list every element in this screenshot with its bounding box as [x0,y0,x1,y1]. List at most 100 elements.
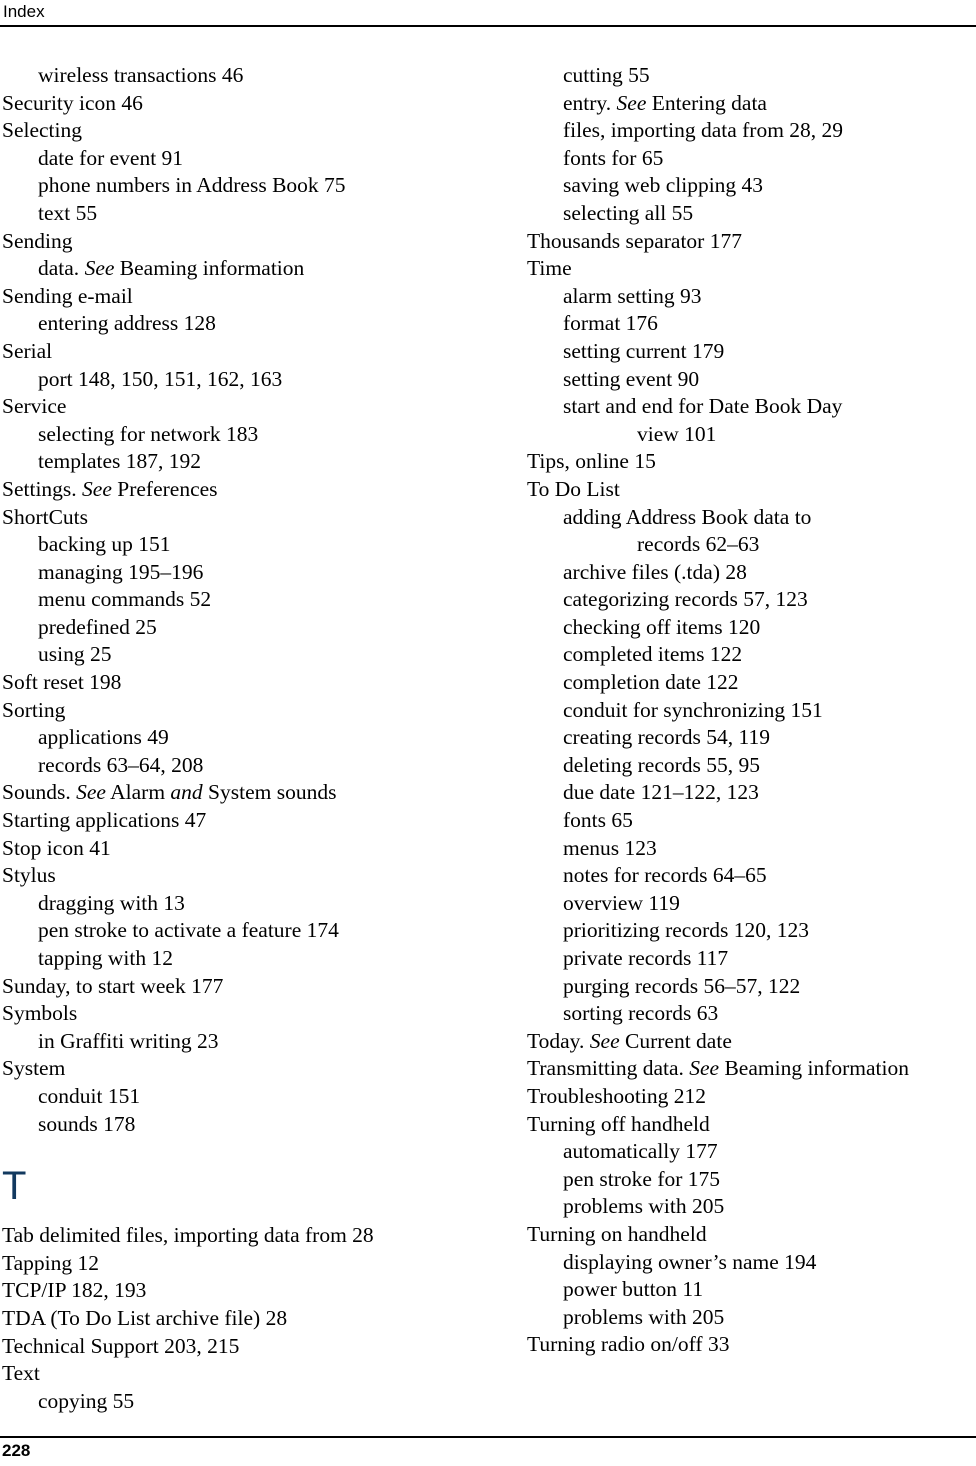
entry-text: displaying owner’s name 194 [563,1249,817,1274]
index-entry-main: Service [2,393,482,421]
see-target-text: Beaming information [114,256,305,281]
entry-text: in Graffiti writing 23 [38,1028,219,1053]
entry-text: menu commands 52 [38,587,212,612]
entry-text: pen stroke to activate a feature 174 [38,918,339,943]
index-entry-main: Stop icon 41 [2,835,482,863]
index-entry-sub: data. See Beaming information [38,255,482,283]
index-entry-sub: backing up 151 [38,531,482,559]
index-entry-sub: notes for records 64–65 [563,862,976,890]
entry-text: data. [38,256,85,281]
index-entry-sub: checking off items 120 [563,614,976,642]
index-entry-main: Technical Support 203, 215 [2,1333,482,1361]
entry-text: alarm setting 93 [563,283,702,308]
see-reference-label: See [589,1028,620,1053]
index-entry-sub: creating records 54, 119 [563,724,976,752]
entry-text: categorizing records 57, 123 [563,587,808,612]
entry-text: Sounds. [2,780,77,805]
entry-text: menus 123 [563,835,657,860]
entry-text: Service [2,394,67,419]
index-entry-sub: dragging with 13 [38,890,482,918]
entry-text: conduit for synchronizing 151 [563,697,823,722]
index-entry-main: Turning off handheld [527,1111,976,1139]
index-entry-sub: managing 195–196 [38,559,482,587]
see-reference-label: See [689,1056,720,1081]
entry-text: TDA (To Do List archive file) 28 [2,1305,288,1330]
index-entry-main: Symbols [2,1000,482,1028]
index-entry-sub: due date 121–122, 123 [563,779,976,807]
index-entry-main: Stylus [2,862,482,890]
index-entry-sub: text 55 [38,200,482,228]
see-reference-label: See [82,476,112,501]
entry-continuation-text: records 62–63 [637,532,760,557]
entry-text: private records 117 [563,946,729,970]
entry-text: notes for records 64–65 [563,863,767,888]
entry-text: Stylus [2,863,56,888]
entry-text: Sunday, to start week 177 [2,973,224,998]
index-entry-sub: pen stroke to activate a feature 174 [38,917,482,945]
index-entry-main: Settings. See Preferences [2,476,482,504]
entry-text: Sending [2,228,73,253]
entry-text: setting event 90 [563,366,700,391]
index-entry-main: TCP/IP 182, 193 [2,1277,482,1305]
see-target-text: Current date [619,1028,732,1053]
entry-text: setting current 179 [563,338,725,363]
index-entry-main: Selecting [2,117,482,145]
entry-text: Tapping 12 [2,1250,100,1275]
index-section-letter: T [2,1164,27,1209]
entry-text: Symbols [2,1001,78,1026]
index-entry-main: Tips, online 15 [527,448,976,476]
index-entry-main: System [2,1055,482,1083]
index-entry-sub: phone numbers in Address Book 75 [38,172,482,200]
entry-text: predefined 25 [38,614,157,639]
entry-text: fonts 65 [563,808,633,833]
entry-text: conduit 151 [38,1083,141,1108]
index-entry-sub: menus 123 [563,835,976,863]
index-entry-main: Sorting [2,697,482,725]
index-entry-sub: completion date 122 [563,669,976,697]
entry-text: purging records 56–57, 122 [563,973,801,998]
index-entry-main: TDA (To Do List archive file) 28 [2,1305,482,1333]
entry-text: tapping with 12 [38,946,173,970]
index-entry-main: Time [527,255,976,283]
entry-text: sounds 178 [38,1111,136,1136]
index-entry-main: Today. See Current date [527,1028,976,1056]
entry-text: due date 121–122, 123 [563,780,759,805]
entry-text: fonts for 65 [563,145,664,170]
index-entry-sub: deleting records 55, 95 [563,752,976,780]
entry-text: Turning off handheld [527,1111,710,1136]
index-entry-main: Sending e-mail [2,283,482,311]
index-entry-sub: setting event 90 [563,366,976,394]
index-entry-main: Sounds. See Alarm and System sounds [2,779,482,807]
see-target-text: Beaming information [719,1056,909,1081]
entry-text: managing 195–196 [38,559,204,584]
index-entry-sub: automatically 177 [563,1138,976,1166]
entry-text: selecting for network 183 [38,421,259,446]
entry-text: dragging with 13 [38,890,185,915]
entry-text: System [2,1056,66,1081]
index-entry-sub: power button 11 [563,1276,976,1304]
index-entry-sub: adding Address Book data to records 62–63 [563,504,976,559]
index-entry-sub: in Graffiti writing 23 [38,1028,482,1056]
entry-text: pen stroke for 175 [563,1166,721,1191]
entry-text: port 148, 150, 151, 162, 163 [38,366,283,391]
entry-text: Technical Support 203, 215 [2,1333,240,1358]
index-entry-sub: date for event 91 [38,145,482,173]
index-entry-main: Sunday, to start week 177 [2,973,482,1001]
entry-text: files, importing data from 28, 29 [563,118,844,143]
entry-text: problems with 205 [563,1304,725,1329]
entry-text: applications 49 [38,725,169,750]
index-entry-sub: saving web clipping 43 [563,172,976,200]
see-target-text: System sounds [202,780,337,805]
entry-text: using 25 [38,642,112,667]
entry-text: Today. [527,1028,590,1053]
index-entry-sub: applications 49 [38,724,482,752]
entry-text: wireless transactions 46 [38,63,244,87]
entry-text: automatically 177 [563,1139,718,1164]
entry-text: ShortCuts [2,504,89,529]
and-conjunction-label: and [170,780,203,805]
entry-text: Tips, online 15 [527,449,656,474]
see-target-text: Entering data [646,90,767,115]
index-entry-main: ShortCuts [2,504,482,532]
index-entry-sub: wireless transactions 46 [38,62,482,90]
index-entry-sub: sorting records 63 [563,1000,976,1028]
